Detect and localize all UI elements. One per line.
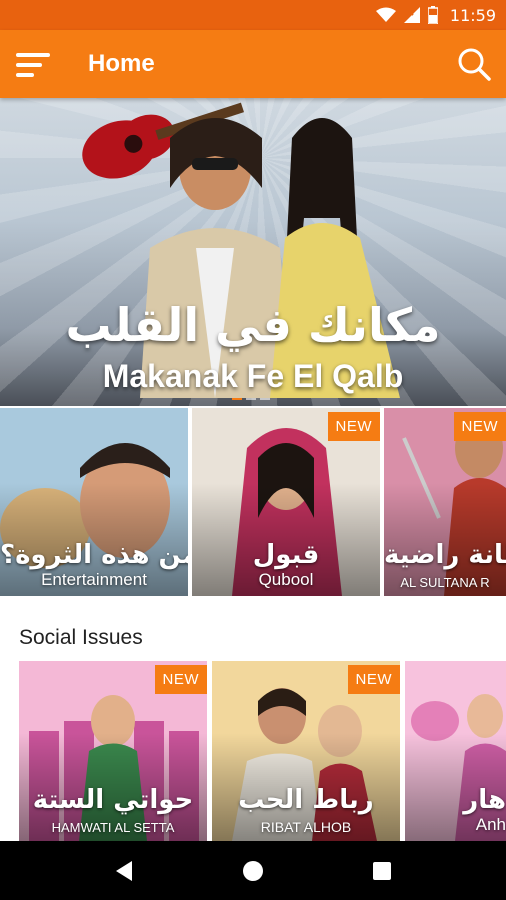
tile-subtitle: AL SULTANA R	[400, 575, 490, 590]
system-nav-bar	[0, 841, 506, 900]
tile-subtitle: HAMWATI AL SETTA	[51, 820, 175, 835]
new-badge: NEW	[154, 665, 207, 694]
back-triangle-icon	[116, 860, 133, 881]
hero-banner[interactable]: مكانك في القلب Makanak Fe El Qalb	[0, 98, 506, 406]
tile-subtitle: Qubool	[258, 570, 314, 589]
app-bar: Home	[0, 30, 506, 98]
tile-title-arabic: هار	[463, 785, 506, 815]
wifi-icon	[375, 7, 396, 22]
show-tile[interactable]: NEW حواتي الستة HAMWATI AL SETTA	[19, 661, 207, 841]
clock: 11:59	[449, 5, 496, 25]
menu-button[interactable]	[14, 50, 52, 80]
carousel-dot	[260, 398, 270, 400]
search-icon	[458, 48, 491, 81]
tile-title-arabic: قبول	[252, 540, 320, 570]
featured-tile[interactable]: لمن هذه الثروة؟ Entertainment	[0, 408, 188, 596]
carousel-dot	[232, 398, 242, 400]
hero-title-arabic: مكانك في القلب	[65, 298, 441, 352]
tile-title-arabic: حواتي الستة	[32, 785, 194, 815]
featured-row: لمن هذه الثروة؟ Entertainment NEW قبول Q…	[0, 408, 506, 596]
status-bar: 11:59	[0, 0, 506, 30]
tile-title-arabic: لمن هذه الثروة؟	[0, 540, 188, 570]
show-tile[interactable]: NEW رباط الحب RIBAT ALHOB	[212, 661, 400, 841]
page-title: Home	[88, 50, 155, 77]
featured-tile[interactable]: NEW قبول Qubool	[192, 408, 380, 596]
search-button[interactable]	[456, 46, 492, 82]
carousel-indicator	[232, 398, 270, 400]
carousel-dot	[246, 398, 256, 400]
new-badge: NEW	[347, 665, 400, 694]
section-title: Social Issues	[19, 626, 143, 649]
home-circle-icon	[242, 860, 263, 881]
recents-square-icon	[372, 861, 391, 880]
social-issues-row: NEW حواتي الستة HAMWATI AL SETTA NEW ربا…	[19, 661, 506, 841]
back-button[interactable]	[104, 851, 144, 891]
show-tile[interactable]: هار Anh	[405, 661, 506, 841]
recents-button[interactable]	[362, 851, 402, 891]
tile-genre: Entertainment	[41, 570, 147, 589]
battery-icon	[427, 6, 438, 24]
tile-subtitle: RIBAT ALHOB	[260, 819, 352, 835]
hamburger-menu-icon	[16, 53, 50, 77]
new-badge: NEW	[453, 412, 506, 441]
new-badge: NEW	[327, 412, 380, 441]
tile-title-arabic: رباط الحب	[238, 785, 374, 815]
cellular-signal-icon	[403, 7, 420, 23]
home-button[interactable]	[233, 851, 273, 891]
tile-subtitle: Anh	[475, 815, 506, 834]
featured-tile[interactable]: NEW سلطانة راضية AL SULTANA R	[384, 408, 506, 596]
tile-title-arabic: سلطانة راضية	[384, 540, 506, 570]
hero-title: Makanak Fe El Qalb	[102, 358, 404, 394]
